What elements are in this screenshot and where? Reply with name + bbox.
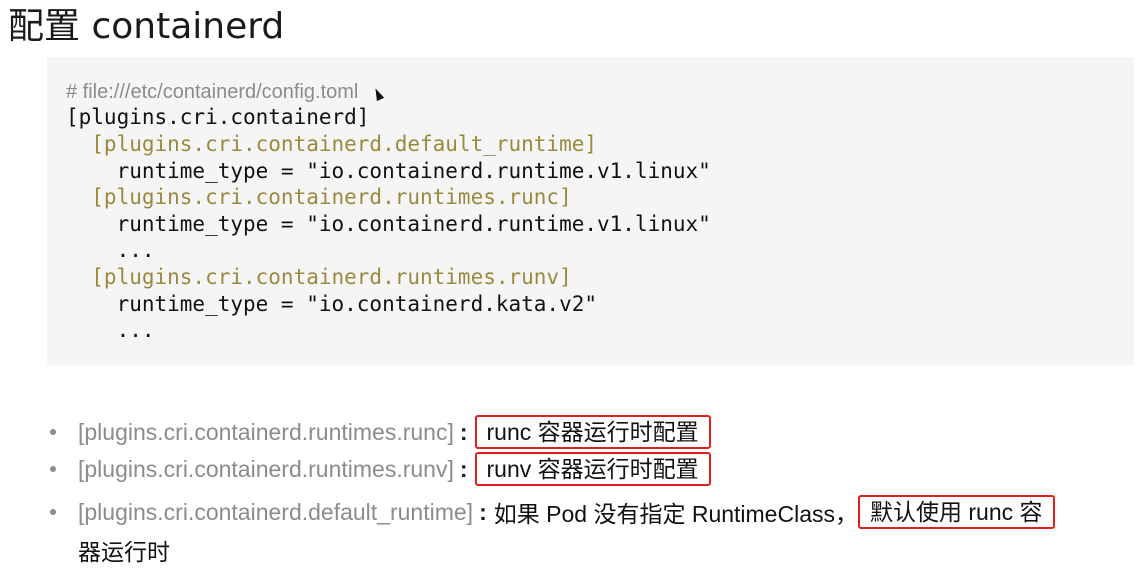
bullet-icon [50,466,56,472]
list-item: [plugins.cri.containerd.runtimes.runc] :… [50,415,711,449]
config-section-key: [plugins.cri.containerd.runtimes.runc] [78,418,454,445]
colon: : [479,498,487,525]
highlighted-description: runv 容器运行时配置 [474,452,711,486]
description-continuation: 器运行时 [78,539,170,565]
highlighted-description: 默认使用 runc 容 [857,495,1055,529]
config-section-key: [plugins.cri.containerd.default_runtime] [78,498,474,525]
code-line-section: [plugins.cri.containerd.runtimes.runc] [66,185,572,209]
code-line: runtime_type = "io.containerd.runtime.v1… [66,159,711,183]
code-line: ... [66,238,155,262]
colon: : [459,418,468,445]
list-item: [plugins.cri.containerd.runtimes.runv] :… [50,452,711,486]
code-line-section: [plugins.cri.containerd.runtimes.runv] [66,265,572,289]
bullet-icon [50,509,56,515]
code-line: runtime_type = "io.containerd.runtime.v1… [66,212,711,236]
code-line: ... [66,318,155,342]
bullet-icon [50,429,56,435]
description-text: 如果 Pod 没有指定 RuntimeClass， [493,501,858,527]
code-line: [plugins.cri.containerd] [66,105,370,129]
code-comment: # file:///etc/containerd/config.toml [66,81,359,103]
code-line-section: [plugins.cri.containerd.default_runtime] [66,132,598,156]
colon: : [459,455,468,482]
code-line: runtime_type = "io.containerd.kata.v2" [66,292,598,316]
config-section-key: [plugins.cri.containerd.runtimes.runv] [78,455,454,482]
page-title: 配置 containerd [8,6,285,47]
highlighted-description: runc 容器运行时配置 [474,415,711,449]
list-item: [plugins.cri.containerd.default_runtime]… [50,495,1055,529]
